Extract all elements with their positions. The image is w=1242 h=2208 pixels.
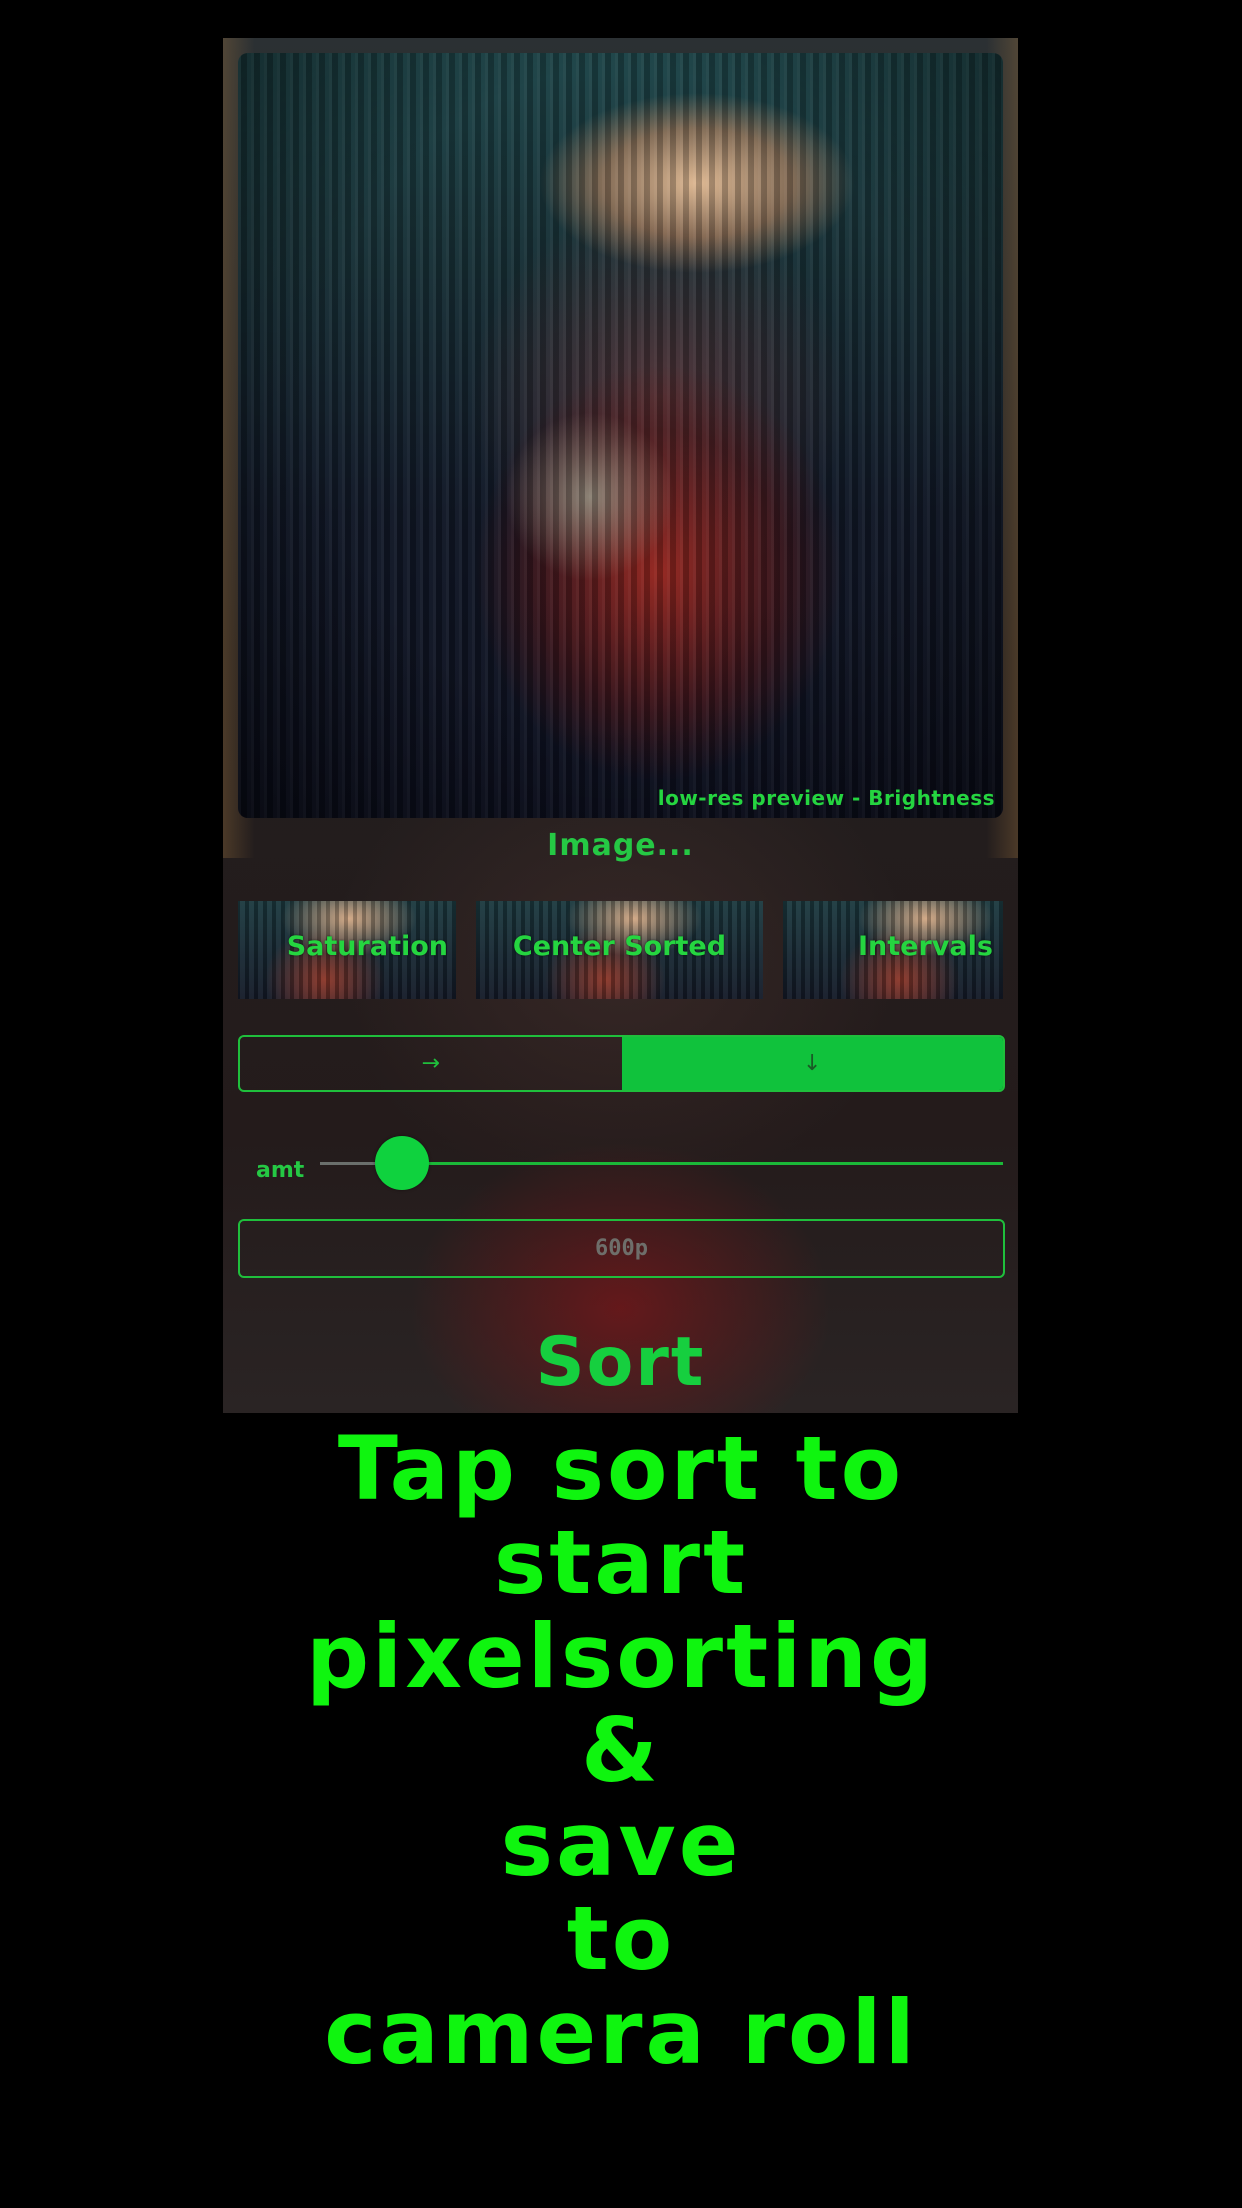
promo-line: start (493, 1511, 749, 1614)
preview-caption: low-res preview - Brightness (657, 786, 995, 810)
promo-line: & (581, 1699, 661, 1802)
preview-vignette (238, 53, 1003, 818)
slider-knob[interactable] (375, 1136, 429, 1190)
resolution-field[interactable]: 600p (238, 1219, 1005, 1278)
promo-line: pixelsorting (306, 1605, 936, 1708)
arrow-down-icon: ↓ (803, 1051, 822, 1076)
amount-slider[interactable] (320, 1133, 1003, 1193)
effect-carousel[interactable]: Saturation Center Sorted Intervals (238, 901, 1003, 999)
arrow-right-icon: → (421, 1051, 440, 1076)
choose-image-button[interactable]: Image... (223, 828, 1018, 863)
sort-button[interactable]: Sort (223, 1323, 1018, 1402)
preview-image: low-res preview - Brightness (238, 53, 1003, 818)
effect-thumb-intervals[interactable]: Intervals (783, 901, 1003, 999)
effect-thumb-saturation[interactable]: Saturation (238, 901, 456, 999)
effect-label: Saturation (286, 931, 448, 962)
effect-thumb-center-sorted[interactable]: Center Sorted (476, 901, 763, 999)
direction-horizontal-button[interactable]: → (240, 1037, 622, 1090)
direction-vertical-button[interactable]: ↓ (621, 1037, 1003, 1090)
direction-toggle[interactable]: → ↓ (238, 1035, 1005, 1092)
effect-label: Center Sorted (512, 931, 727, 962)
promo-line: save (500, 1793, 742, 1896)
promo-line: camera roll (324, 1981, 918, 2084)
effect-label: Intervals (858, 931, 993, 962)
promo-text: Tap sort to start pixelsorting & save to… (0, 1422, 1242, 2080)
promo-line: to (566, 1887, 676, 1990)
app-screen: low-res preview - Brightness Image... Sa… (223, 38, 1018, 1413)
amount-label: amt (256, 1158, 305, 1183)
promo-line: Tap sort to (337, 1417, 905, 1520)
